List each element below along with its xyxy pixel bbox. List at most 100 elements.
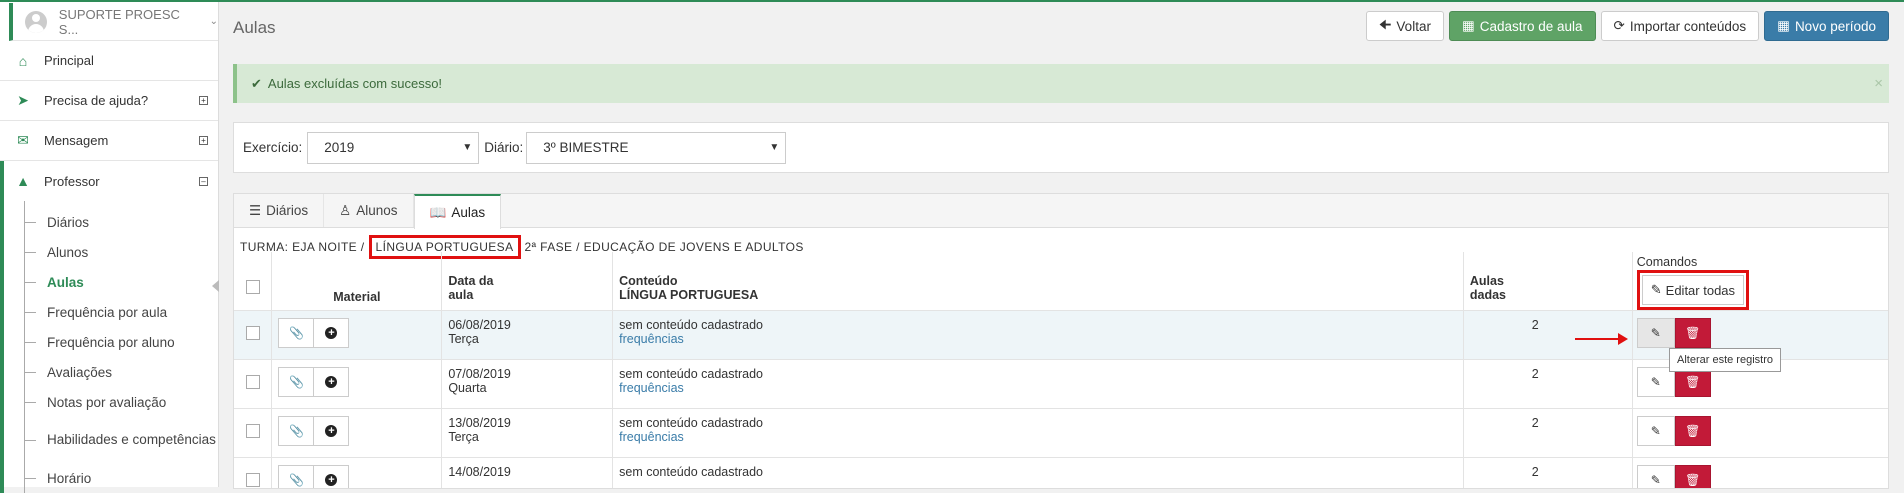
row-content: sem conteúdo cadastrado [619,367,763,381]
calendar-icon: ▦ [1461,18,1475,33]
sidebar-item-principal[interactable]: ⌂ Principal [0,41,218,81]
import-content-button[interactable]: ⟳ Importar conteúdos [1600,11,1760,41]
envelope-icon: ✉ [17,132,29,148]
submenu-item-frequencia-aluno[interactable]: Frequência por aluno [4,327,218,357]
edit-row-button[interactable]: ✎ [1636,416,1675,446]
row-checkbox[interactable] [245,326,260,340]
trash-icon: 🗑 [1685,375,1701,389]
frequencias-link[interactable]: frequências [619,381,1457,395]
frequencias-link[interactable]: frequências [619,332,1457,346]
sidebar-collapse-icon[interactable] [212,280,219,292]
sidebar-item-label: Mensagem [44,133,109,148]
trash-icon: 🗑 [1685,424,1701,438]
calendar-plus-icon: ▦ [1777,18,1790,33]
plus-circle-icon: + [325,376,338,388]
tab-label: Alunos [356,203,398,218]
submenu-item-horario[interactable]: Horário [4,463,218,493]
edit-icon: ✎ [1650,424,1661,438]
professor-submenu: Diários Alunos Aulas Frequência por aula… [0,201,218,493]
attach-button[interactable]: 📎 [278,367,315,397]
col-material: Material [271,252,443,311]
annotation-arrow [1575,333,1628,345]
submenu-item-aulas[interactable]: Aulas [4,267,218,297]
sidebar-item-label: Professor [44,173,100,189]
paperclip-icon: 📎 [288,473,304,487]
diario-label: Diário: [484,140,524,155]
edit-all-button[interactable]: ✎ Editar todas [1641,275,1745,305]
row-aulas: 2 [1463,457,1633,488]
exercicio-label: Exercício: [243,140,303,155]
row-day: Terça [448,430,479,444]
plus-circle-icon: + [325,474,338,486]
select-all-checkbox[interactable] [245,280,260,294]
attach-button[interactable]: 📎 [278,318,315,348]
user-menu[interactable]: SUPORTE PROESC S... ⌄ [9,3,218,41]
delete-row-button[interactable]: 🗑 [1674,318,1711,348]
success-alert: ✔ Aulas excluídas com sucesso! × [233,64,1889,103]
sidebar-item-mensagem[interactable]: ✉ Mensagem + [0,121,218,161]
add-material-button[interactable]: + [313,367,350,397]
tab-alunos[interactable]: ♙ Alunos [324,194,414,227]
sidebar-item-professor[interactable]: ▲ Professor – [0,161,218,201]
expand-icon[interactable]: + [199,96,208,105]
megaphone-icon: ➤ [17,92,29,108]
attach-button[interactable]: 📎 [278,465,315,488]
tab-aulas[interactable]: 📖 Aulas [413,194,502,229]
add-material-button[interactable]: + [313,465,350,488]
edit-row-button[interactable]: ✎ [1636,465,1675,488]
collapse-icon[interactable]: – [199,176,208,186]
row-checkbox[interactable] [245,473,260,487]
avatar [25,10,47,33]
edit-icon: ✎ [1650,375,1661,389]
row-content: sem conteúdo cadastrado [619,416,763,430]
col-data-line1: Data da [448,274,494,288]
aulas-table: Material Data da aula Conteúdo LÍNGUA PORT… [234,252,1888,488]
new-period-button[interactable]: ▦ Novo período [1764,11,1889,41]
col-conteudo-line2: LÍNGUA PORTUGUESA [619,288,759,302]
register-class-button[interactable]: ▦ Cadastro de aula [1448,11,1596,41]
col-comandos: Comandos ✎ Editar todas [1632,252,1888,311]
row-checkbox[interactable] [245,375,260,389]
sidebar: SUPORTE PROESC S... ⌄ ⌂ Principal ➤ Prec… [0,2,219,493]
aulas-panel: ☰ Diários ♙ Alunos 📖 Aulas TURMA: EJA NOITE… [233,193,1889,489]
diario-select[interactable]: 3º BIMESTRE ▼ [526,131,787,164]
delete-row-button[interactable]: 🗑 [1674,416,1711,446]
top-accent-line [0,0,1904,2]
sidebar-item-label: Precisa de ajuda? [44,93,149,108]
add-material-button[interactable]: + [313,318,350,348]
edit-all-label: Editar todas [1665,282,1736,298]
back-button[interactable]: 🠈 Voltar [1365,11,1444,41]
close-icon[interactable]: × [1874,75,1883,92]
caret-down-icon: ▼ [769,141,780,153]
delete-row-button[interactable]: 🗑 [1674,465,1711,488]
paperclip-icon: 📎 [288,424,304,438]
col-aulas-line2: dadas [1469,288,1506,302]
frequencias-link[interactable]: frequências [619,430,1457,444]
paperclip-icon: 📎 [288,375,304,389]
col-conteudo-line1: Conteúdo [619,274,678,288]
refresh-icon: ⟳ [1613,18,1625,33]
col-aulas-line1: Aulas [1469,274,1504,288]
submenu-item-notas[interactable]: Notas por avaliação [4,387,218,417]
attach-button[interactable]: 📎 [278,416,315,446]
edit-icon: ✎ [1650,473,1661,487]
tab-diarios[interactable]: ☰ Diários [234,194,325,227]
submenu-item-avaliacoes[interactable]: Avaliações [4,357,218,387]
col-conteudo: Conteúdo LÍNGUA PORTUGUESA [612,252,1464,311]
edit-icon: ✎ [1650,326,1661,340]
submenu-item-diarios[interactable]: Diários [4,207,218,237]
book-icon: 📖 [429,204,447,220]
edit-row-button[interactable]: ✎ [1636,318,1675,348]
exercicio-select[interactable]: 2019 ▼ [307,131,480,164]
sidebar-item-ajuda[interactable]: ➤ Precisa de ajuda? + [0,81,218,121]
expand-icon[interactable]: + [199,136,208,145]
add-material-button[interactable]: + [313,416,350,446]
row-date: 06/08/2019 [448,318,511,332]
paperclip-icon: 📎 [288,326,304,340]
submenu-item-frequencia-aula[interactable]: Frequência por aula [4,297,218,327]
submenu-item-habilidades[interactable]: Habilidades e competências [4,417,218,463]
row-checkbox[interactable] [245,424,260,438]
table-row: 📎 + 06/08/2019 Terça sem conteúdo cadastra… [234,310,1888,360]
submenu-item-alunos[interactable]: Alunos [4,237,218,267]
row-content: sem conteúdo cadastrado [619,318,763,332]
